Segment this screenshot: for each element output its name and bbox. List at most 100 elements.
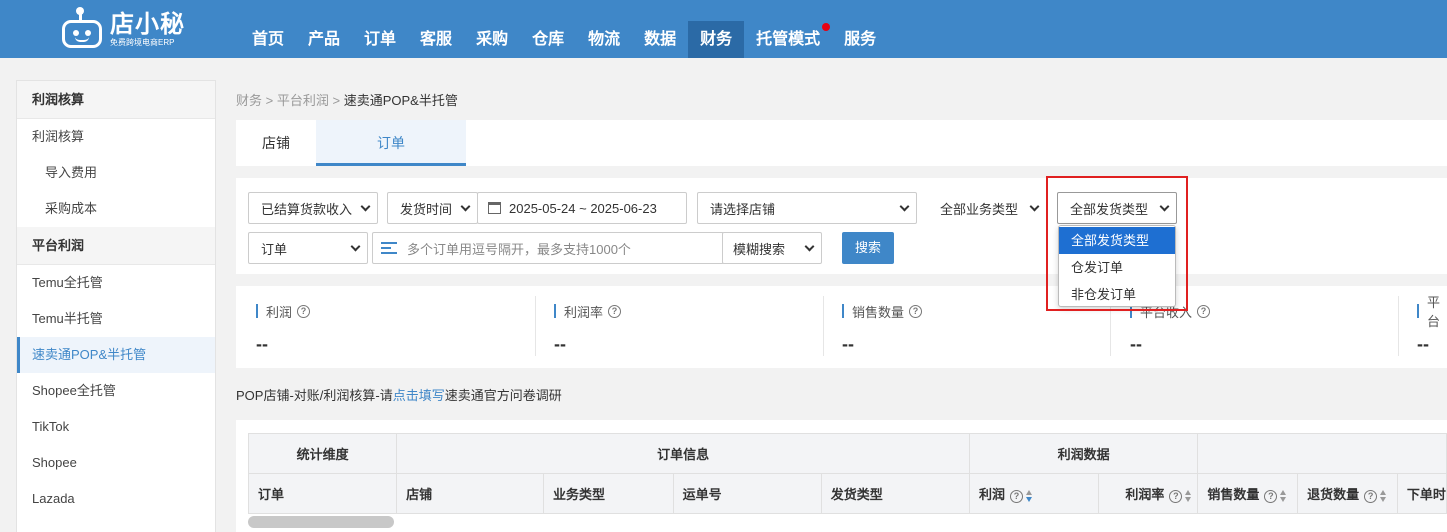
sidebar-item-temu-full[interactable]: Temu全托管 (17, 265, 215, 301)
breadcrumb-platform-profit[interactable]: 平台利润 (277, 93, 329, 108)
notice-suffix: 速卖通官方问卷调研 (444, 388, 562, 403)
stat-platform-income-value: -- (1130, 334, 1142, 354)
breadcrumb-finance[interactable]: 财务 (236, 93, 262, 108)
help-icon[interactable]: ? (1364, 490, 1378, 503)
income-type-value: 已结算货款收入 (261, 201, 353, 217)
help-icon[interactable]: ? (1169, 490, 1183, 503)
survey-link[interactable]: 点击填写 (393, 388, 445, 403)
logo-name: 店小秘 (110, 11, 185, 38)
logo-slogan: 免费跨境电商ERP (110, 38, 175, 47)
nav-item-warehouse[interactable]: 仓库 (520, 21, 576, 58)
header-dimension: 统计维度 (247, 433, 398, 474)
sidebar-item-shopee-full[interactable]: Shopee全托管 (17, 373, 215, 409)
date-range-value: 2025-05-24 ~ 2025-06-23 (509, 200, 657, 216)
nav-item-orders[interactable]: 订单 (352, 21, 408, 58)
order-search-input[interactable]: 多个订单用逗号隔开，最多支持1000个 (372, 232, 724, 264)
help-icon[interactable]: ? (608, 304, 622, 318)
stat-profit-value: -- (256, 334, 268, 354)
date-range-picker[interactable]: 2025-05-24 ~ 2025-06-23 (477, 192, 687, 224)
breadcrumb: 财务 > 平台利润 > 速卖通POP&半托管 (236, 90, 458, 109)
match-mode-value: 模糊搜索 (733, 241, 786, 257)
column-tracking-number: 运单号 (672, 473, 822, 514)
highlight-box (1046, 176, 1188, 311)
breadcrumb-current: 速卖通POP&半托管 (343, 93, 458, 108)
sidebar-item-aliexpress[interactable]: 速卖通POP&半托管 (17, 337, 215, 373)
nav-item-logistics[interactable]: 物流 (576, 21, 632, 58)
nav-item-finance[interactable]: 财务 (688, 21, 745, 58)
profit-table: 统计维度 订单信息 利润数据 订单 店铺 业务类型 运单号 发货类型 利润? 利… (247, 433, 1447, 514)
stat-profit: 利润? -- (256, 304, 311, 355)
nav-item-purchasing[interactable]: 采购 (464, 21, 520, 58)
filter-panel: 已结算货款收入 发货时间 2025-05-24 ~ 2025-06-23 请选择… (236, 178, 1447, 274)
sidebar-item-tiktok[interactable]: TikTok (17, 409, 215, 445)
sidebar: 利润核算 利润核算 导入费用 采购成本 平台利润 Temu全托管 Temu半托管… (16, 80, 216, 532)
divider (535, 296, 536, 356)
column-shipping-type: 发货类型 (820, 473, 971, 514)
business-type-select[interactable]: 全部业务类型 (927, 192, 1047, 224)
stat-platform: 平台 -- (1417, 295, 1447, 355)
top-navigation-bar: 店小秘 免费跨境电商ERP 首页 产品 订单 客服 采购 仓库 物流 数据 财务… (0, 0, 1447, 58)
sort-icon[interactable] (1185, 489, 1192, 502)
column-profit-label: 利润 (979, 487, 1006, 502)
chevron-down-icon (899, 201, 910, 212)
help-icon[interactable]: ? (297, 304, 311, 318)
stat-profit-rate: 利润率? -- (554, 304, 622, 355)
column-profit-rate[interactable]: 利润率? (1097, 473, 1199, 514)
robot-logo-icon (60, 7, 104, 50)
nav-item-hosting-mode[interactable]: 托管模式 (744, 21, 832, 58)
stat-platform-value: -- (1417, 334, 1429, 354)
tab-store[interactable]: 店铺 (236, 120, 316, 166)
help-icon[interactable]: ? (1264, 490, 1278, 503)
sidebar-item-import-fees[interactable]: 导入费用 (17, 155, 215, 191)
nav-item-products[interactable]: 产品 (296, 21, 352, 58)
sort-icon[interactable] (1280, 489, 1287, 502)
sidebar-item-lazada[interactable]: Lazada (17, 481, 215, 517)
search-field-select[interactable]: 订单 (248, 232, 368, 264)
column-return-qty[interactable]: 退货数量? (1297, 473, 1398, 514)
sidebar-item-shopee[interactable]: Shopee (17, 445, 215, 481)
sidebar-item-profit-accounting[interactable]: 利润核算 (17, 119, 215, 155)
column-return-qty-label: 退货数量 (1307, 487, 1360, 502)
sort-icon[interactable] (1026, 489, 1033, 502)
divider (823, 296, 824, 356)
stat-profit-label: 利润 (266, 304, 293, 320)
time-type-select[interactable]: 发货时间 (387, 192, 478, 224)
nav-item-home[interactable]: 首页 (240, 21, 296, 58)
income-type-select[interactable]: 已结算货款收入 (248, 192, 378, 224)
header-profit-data: 利润数据 (969, 433, 1199, 474)
nav-item-data[interactable]: 数据 (632, 21, 688, 58)
nav-item-services[interactable]: 服务 (832, 21, 888, 58)
sidebar-item-purchase-cost[interactable]: 采购成本 (17, 191, 215, 227)
calendar-icon (488, 202, 501, 214)
sidebar-group-platform-profit: 平台利润 (17, 227, 215, 265)
sidebar-item-temu-semi[interactable]: Temu半托管 (17, 301, 215, 337)
logo[interactable]: 店小秘 免费跨境电商ERP (60, 7, 185, 52)
column-order-time: 下单时 (1396, 473, 1447, 514)
chevron-down-icon (350, 241, 361, 252)
stat-sales-qty-value: -- (842, 334, 854, 354)
help-icon[interactable]: ? (1197, 304, 1211, 318)
list-icon (381, 242, 397, 254)
chevron-down-icon (360, 201, 371, 212)
horizontal-scrollbar[interactable] (248, 516, 394, 528)
tab-order[interactable]: 订单 (316, 120, 466, 166)
sidebar-group-profit-accounting: 利润核算 (17, 81, 215, 119)
sort-icon[interactable] (1380, 489, 1387, 502)
time-type-value: 发货时间 (400, 201, 453, 217)
column-sales-qty[interactable]: 销售数量? (1197, 473, 1299, 514)
help-icon[interactable]: ? (909, 304, 923, 318)
store-select-value: 请选择店铺 (710, 201, 776, 217)
survey-notice: POP店铺-对账/利润核算-请点击填写速卖通官方问卷调研 (236, 385, 562, 404)
nav-item-customer-service[interactable]: 客服 (408, 21, 464, 58)
stat-platform-income: 平台收入? -- (1130, 304, 1211, 355)
tab-bar: 店铺 订单 (236, 120, 1447, 166)
column-profit[interactable]: 利润? (969, 473, 1099, 514)
notice-prefix: POP店铺-对账/利润核算-请 (236, 388, 393, 403)
help-icon[interactable]: ? (1010, 490, 1024, 503)
header-more (1197, 433, 1447, 474)
breadcrumb-separator: > (265, 93, 274, 108)
match-mode-select[interactable]: 模糊搜索 (722, 232, 822, 264)
search-button[interactable]: 搜索 (842, 232, 894, 264)
store-select[interactable]: 请选择店铺 (697, 192, 917, 224)
column-order: 订单 (247, 473, 398, 514)
